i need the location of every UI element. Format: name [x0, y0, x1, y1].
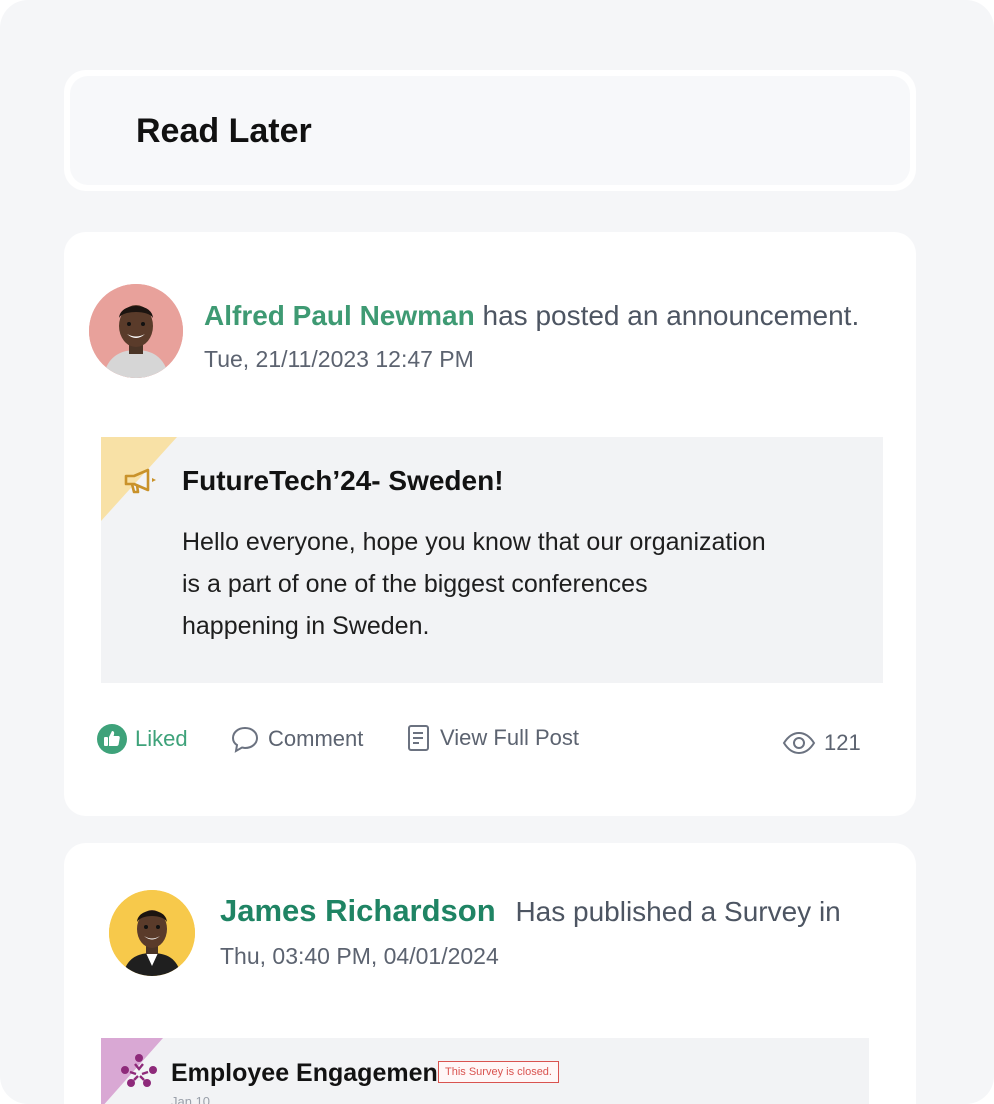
view-full-post-button[interactable]: View Full Post [406, 724, 579, 752]
survey-status-badge: This Survey is closed. [438, 1061, 559, 1083]
post-action-text: Has published a Survey in [515, 896, 841, 927]
eye-icon [782, 731, 816, 755]
survey-post-card: James Richardson Has published a Survey … [64, 843, 916, 1104]
survey-date: Jan 10 [171, 1094, 211, 1104]
post-timestamp: Thu, 03:40 PM, 04/01/2024 [220, 943, 499, 969]
post-header-line: James Richardson Has published a Survey … [220, 893, 841, 929]
megaphone-icon [124, 468, 156, 494]
page-title: Read Later [136, 112, 312, 150]
thumbs-up-icon [97, 724, 127, 754]
person-avatar-icon [109, 890, 195, 976]
author-name-link[interactable]: James Richardson [220, 893, 496, 928]
person-avatar-icon [89, 284, 183, 378]
announcement-body-line: happening in Sweden. [182, 612, 430, 640]
announcement-body-line: is a part of one of the biggest conferen… [182, 570, 648, 598]
post-actions-bar: Liked Comment View Full Post 121 [64, 724, 916, 764]
announcement-title: FutureTech’24- Sweden! [182, 465, 504, 496]
author-name-link[interactable]: Alfred Paul Newman [204, 300, 475, 331]
people-group-icon [121, 1054, 157, 1087]
avatar[interactable] [89, 284, 183, 378]
views-count: 121 [824, 730, 861, 755]
survey-title: Employee Engagement [171, 1059, 447, 1087]
like-label: Liked [135, 726, 188, 751]
comment-bubble-icon [231, 726, 259, 753]
announcement-post-card: Alfred Paul Newman has posted an announc… [64, 232, 916, 816]
announcement-body: Hello everyone, hope you know that our o… [182, 521, 842, 647]
document-icon [408, 725, 429, 751]
view-full-post-label: View Full Post [440, 725, 579, 750]
survey-content[interactable]: Employee Engagement This Survey is close… [101, 1038, 869, 1104]
page-header: Read Later [64, 70, 916, 191]
avatar[interactable] [109, 890, 195, 976]
post-timestamp: Tue, 21/11/2023 12:47 PM [204, 346, 474, 372]
post-action-text: has posted an announcement. [474, 300, 860, 331]
announcement-content[interactable]: FutureTech’24- Sweden! Hello everyone, h… [101, 437, 883, 683]
comment-label: Comment [268, 726, 364, 751]
post-header-line: Alfred Paul Newman has posted an announc… [204, 300, 859, 332]
read-later-page: Read Later Alfred Paul Newman has posted… [0, 0, 994, 1104]
comment-button[interactable]: Comment [230, 724, 363, 754]
like-button[interactable]: Liked [97, 724, 188, 754]
announcement-body-line: Hello everyone, hope you know that our o… [182, 528, 766, 556]
views-counter: 121 [782, 730, 861, 756]
